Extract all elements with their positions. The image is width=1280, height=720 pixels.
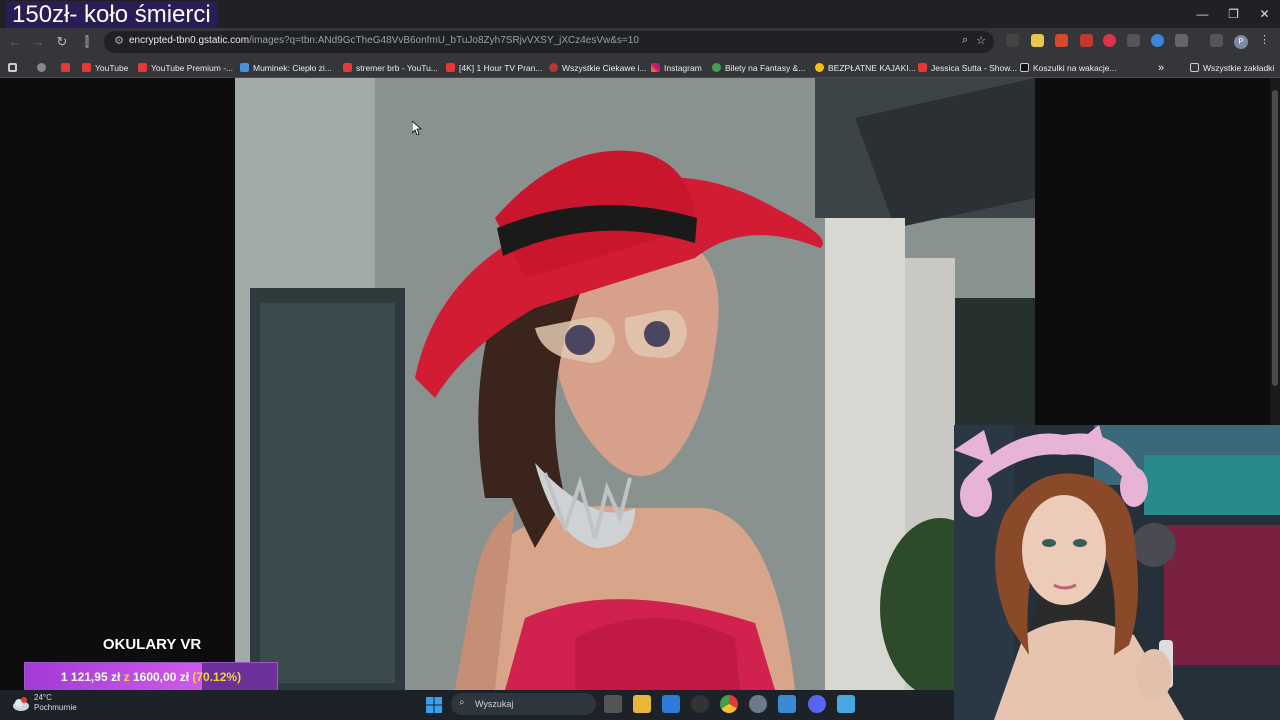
streamer-webcam-image bbox=[954, 425, 1280, 720]
youtube-icon bbox=[138, 63, 147, 72]
mouse-cursor-icon bbox=[412, 121, 422, 135]
bookmark-instagram[interactable]: Instagram bbox=[651, 61, 702, 74]
youtube-icon bbox=[82, 63, 91, 72]
generic-icon bbox=[549, 63, 558, 72]
extension-icon[interactable] bbox=[1006, 34, 1019, 47]
extension-icon[interactable] bbox=[1127, 34, 1140, 47]
menu-icon[interactable]: ⋮ bbox=[1259, 34, 1270, 47]
goal-percent: (70.12%) bbox=[192, 670, 242, 684]
profile-avatar[interactable]: P bbox=[1234, 35, 1248, 49]
cloud-icon bbox=[13, 697, 29, 711]
search-icon: ⌕ bbox=[459, 697, 465, 708]
donation-goal-bar: 1 121,95 zł z 1600,00 zł (70.12%) bbox=[24, 662, 278, 692]
restore-button[interactable]: ❐ bbox=[1218, 0, 1249, 28]
apps-grid-icon[interactable] bbox=[8, 61, 17, 74]
split-view-button[interactable]: ⫿ bbox=[78, 33, 96, 51]
bookmark-kajaki[interactable]: BEZPŁATNE KAJAKI... bbox=[815, 61, 916, 74]
bookmark-item[interactable] bbox=[37, 61, 46, 74]
displayed-image bbox=[235, 78, 1035, 690]
bookmark-koszulki[interactable]: Koszulki na wakacje... bbox=[1020, 61, 1117, 74]
url-host: encrypted-tbn0.gstatic.com bbox=[129, 35, 250, 46]
youtube-icon bbox=[343, 63, 352, 72]
check-icon bbox=[240, 63, 249, 72]
weather-temperature: 24°C bbox=[34, 693, 52, 702]
youtube-icon bbox=[918, 63, 927, 72]
extension-icon[interactable] bbox=[1031, 34, 1044, 47]
back-button[interactable]: ← bbox=[6, 33, 24, 51]
goal-current: 1 121,95 zł bbox=[60, 670, 121, 684]
close-button[interactable]: ✕ bbox=[1249, 0, 1280, 28]
reload-button[interactable]: ↻ bbox=[53, 33, 71, 51]
bookmark-all-bookmarks[interactable]: Wszystkie zakładki bbox=[1190, 61, 1274, 74]
scrollbar-thumb[interactable] bbox=[1272, 90, 1278, 386]
generic-icon bbox=[815, 63, 824, 72]
bookmark-muminek[interactable]: Muminek: Ciepło zi... bbox=[240, 61, 332, 74]
task-view-icon[interactable] bbox=[604, 695, 622, 713]
forward-button[interactable]: → bbox=[29, 33, 47, 51]
woman-in-red-hat-photo bbox=[235, 78, 1035, 690]
extensions-puzzle-icon[interactable] bbox=[1175, 34, 1188, 47]
address-bar[interactable]: ⚙ encrypted-tbn0.gstatic.com/images?q=tb… bbox=[104, 31, 994, 53]
zoom-icon[interactable]: ⌕ bbox=[962, 34, 968, 47]
webcam-feed bbox=[954, 425, 1280, 720]
windows-start-icon[interactable] bbox=[426, 697, 442, 713]
media-controls-icon[interactable] bbox=[1210, 34, 1223, 47]
tiktok-icon bbox=[1020, 63, 1029, 72]
youtube-icon bbox=[446, 63, 455, 72]
search-placeholder: Wyszukaj bbox=[475, 699, 514, 709]
screen: 150zł- koło śmierci — ❐ ✕ ← → ↻ ⫿ ⚙ encr… bbox=[0, 0, 1280, 720]
goal-progress-text: 1 121,95 zł z 1600,00 zł (70.12%) bbox=[25, 663, 277, 691]
bookmark-4k-hour[interactable]: [4K] 1 Hour TV Pran... bbox=[446, 61, 542, 74]
extension-icon[interactable] bbox=[1151, 34, 1164, 47]
window-titlebar: 150zł- koło śmierci — ❐ ✕ bbox=[0, 0, 1280, 28]
site-info-icon[interactable]: ⚙ bbox=[112, 34, 126, 48]
weather-widget[interactable]: 24°C Pochmurnie bbox=[12, 693, 77, 713]
star-icon[interactable]: ☆ bbox=[976, 34, 986, 47]
bookmarks-overflow-button[interactable]: » bbox=[1158, 61, 1164, 74]
bookmark-youtube-premium[interactable]: YouTube Premium -... bbox=[138, 61, 233, 74]
url-path: /images?q=tbn:ANd9GcTheG48VvB6onfmU_bTuJ… bbox=[249, 35, 639, 46]
goal-target: 1600,00 zł bbox=[132, 670, 190, 684]
settings-icon[interactable] bbox=[749, 695, 767, 713]
bookmark-bilety[interactable]: Bilety na Fantasy &... bbox=[712, 61, 805, 74]
extension-icon[interactable] bbox=[1080, 34, 1093, 47]
bookmark-jessica-sutta[interactable]: Jessica Sutta - Show... bbox=[918, 61, 1017, 74]
bookmark-stremer-brb[interactable]: stremer brb - YouTu... bbox=[343, 61, 438, 74]
bookmark-youtube[interactable]: YouTube bbox=[82, 61, 128, 74]
taskbar-search[interactable]: ⌕ Wyszukaj bbox=[451, 693, 596, 715]
generic-icon bbox=[712, 63, 721, 72]
goal-title: OKULARY VR bbox=[102, 636, 202, 653]
url-text[interactable]: encrypted-tbn0.gstatic.com/images?q=tbn:… bbox=[129, 35, 639, 46]
store-icon[interactable] bbox=[662, 695, 680, 713]
extension-icon[interactable] bbox=[1103, 34, 1116, 47]
chrome-icon[interactable] bbox=[720, 695, 738, 713]
window-controls: — ❐ ✕ bbox=[1187, 0, 1280, 28]
bookmark-wszystkie-ciekawe[interactable]: Wszystkie Ciekawe i... bbox=[549, 61, 647, 74]
weather-condition: Pochmurnie bbox=[34, 703, 77, 712]
app-icon[interactable] bbox=[691, 695, 709, 713]
folder-icon bbox=[1190, 63, 1199, 72]
goal-separator: z bbox=[123, 670, 130, 684]
discord-icon[interactable] bbox=[808, 695, 826, 713]
file-explorer-icon[interactable] bbox=[633, 695, 651, 713]
minimize-button[interactable]: — bbox=[1187, 0, 1218, 28]
instagram-icon bbox=[651, 63, 660, 72]
notepad-icon[interactable] bbox=[837, 695, 855, 713]
app-icon[interactable] bbox=[778, 695, 796, 713]
bookmark-item[interactable] bbox=[61, 61, 70, 74]
extension-icon[interactable] bbox=[1055, 34, 1068, 47]
bookmarks-bar: YouTube YouTube Premium -... Muminek: Ci… bbox=[0, 56, 1280, 78]
stream-title-overlay: 150zł- koło śmierci bbox=[6, 1, 217, 28]
